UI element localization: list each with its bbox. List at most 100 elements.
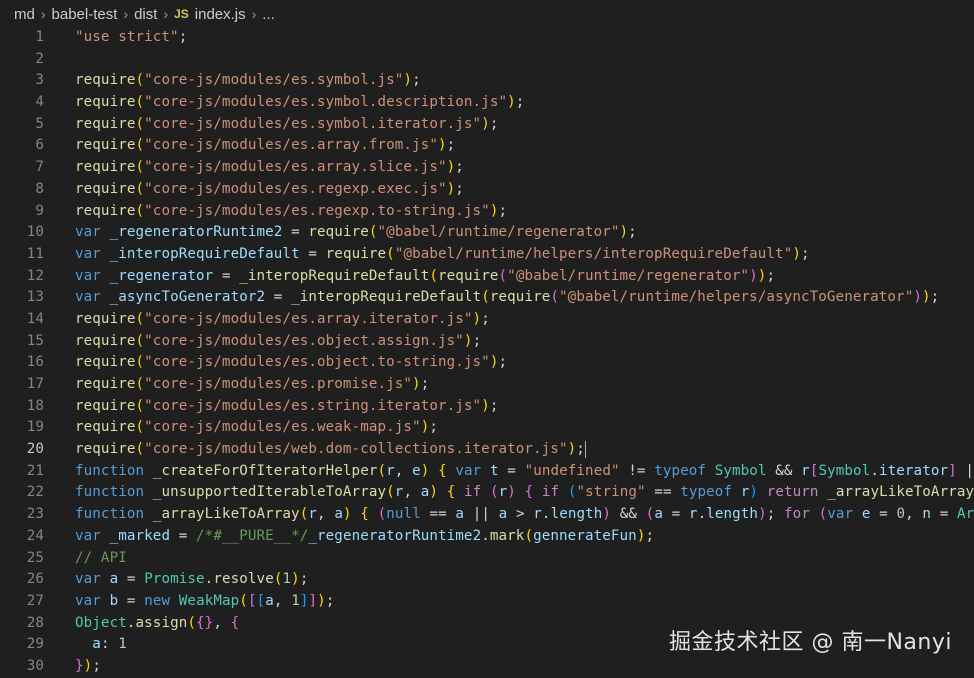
code-token: && — [766, 462, 802, 479]
line-number: 10 — [26, 224, 44, 241]
code-line[interactable]: 21 function _createForOfIteratorHelper(r,… — [0, 461, 974, 483]
chevron-right-icon: › — [40, 6, 46, 22]
code-line[interactable]: 25 // API — [0, 548, 974, 570]
code-token: require — [75, 354, 136, 371]
code-token: require — [308, 224, 369, 241]
code-token: typeof — [680, 484, 733, 501]
code-token: ) — [472, 310, 482, 327]
breadcrumb-item-dist[interactable]: dist — [134, 6, 157, 23]
code-line[interactable]: 3 require("core-js/modules/es.symbol.js")… — [0, 70, 974, 92]
line-number: 13 — [26, 289, 44, 306]
breadcrumb-item-md[interactable]: md — [14, 6, 35, 23]
code-line[interactable]: 17 require("core-js/modules/es.promise.js… — [0, 374, 974, 396]
code-editor[interactable]: 1 "use strict"; 2 3 require("core-js/modules… — [0, 27, 974, 678]
code-token: "core-js/modules/web.dom-collections.ite… — [144, 441, 568, 458]
breadcrumb-item-babel-test[interactable]: babel-test — [52, 6, 118, 23]
code-token: 0 — [896, 506, 906, 523]
code-token: "core-js/modules/es.object.to-string.js" — [144, 354, 490, 371]
code-token: require — [75, 310, 136, 327]
code-token: "@babel/runtime/helpers/interopRequireDe… — [394, 245, 793, 262]
code-token: function — [75, 462, 145, 479]
code-token: require — [75, 180, 136, 197]
code-token: ( — [135, 310, 145, 327]
code-line[interactable]: 30}); — [0, 656, 974, 678]
code-token: ] — [308, 592, 318, 609]
code-token: ( — [567, 484, 577, 501]
code-token: ( — [550, 289, 560, 306]
code-line[interactable]: 6 require("core-js/modules/es.array.from.… — [0, 135, 974, 157]
code-text: require("core-js/modules/es.string.itera… — [75, 396, 499, 418]
code-token: require — [75, 397, 136, 414]
code-token: = — [265, 289, 292, 306]
code-token: var — [75, 267, 101, 284]
code-line[interactable]: 1 "use strict"; — [0, 27, 974, 49]
code-line[interactable]: 10 var _regeneratorRuntime2 = require("@b… — [0, 222, 974, 244]
code-token: ( — [489, 484, 499, 501]
code-token: _regenerator — [109, 267, 214, 284]
code-token: ) — [446, 159, 456, 176]
code-line[interactable]: 5 require("core-js/modules/es.symbol.iter… — [0, 114, 974, 136]
code-line[interactable]: 11 var _interopRequireDefault = require("… — [0, 244, 974, 266]
code-token: "core-js/modules/es.object.assign.js" — [144, 332, 464, 349]
code-token: var — [75, 527, 101, 544]
code-token: = — [662, 506, 689, 523]
code-token: ( — [187, 614, 197, 631]
code-token: ; — [576, 441, 585, 458]
code-token: ) — [749, 267, 758, 284]
code-text: "use strict"; — [75, 27, 187, 49]
code-line[interactable]: 8 require("core-js/modules/es.regexp.exec… — [0, 179, 974, 201]
code-token: "@babel/runtime/helpers/asyncToGenerator… — [559, 289, 914, 306]
code-token: a — [109, 571, 119, 588]
code-line[interactable]: 12 var _regenerator = _interopRequireDefa… — [0, 266, 974, 288]
code-token: , — [905, 506, 923, 523]
code-line[interactable]: 15 require("core-js/modules/es.object.ass… — [0, 331, 974, 353]
code-token: ( — [386, 484, 395, 501]
code-line[interactable]: 7 require("core-js/modules/es.array.slice… — [0, 157, 974, 179]
code-token: require — [438, 267, 499, 284]
code-line[interactable]: 24 var _marked = /*#__PURE__*/_regenerato… — [0, 526, 974, 548]
code-text: Object.assign({}, { — [75, 613, 239, 635]
code-line[interactable]: 2 — [0, 49, 974, 71]
code-line[interactable]: 20 require("core-js/modules/web.dom-colle… — [0, 439, 974, 461]
code-token: require — [75, 94, 136, 111]
code-token: && — [611, 506, 646, 523]
line-number: 21 — [26, 462, 44, 479]
code-line[interactable]: 19 require("core-js/modules/es.weak-map.j… — [0, 417, 974, 439]
code-line[interactable]: 9 require("core-js/modules/es.regexp.to-s… — [0, 201, 974, 223]
code-line[interactable]: 26 var a = Promise.resolve(1); — [0, 569, 974, 591]
code-token: var — [75, 245, 101, 262]
code-line[interactable]: 13 var _asyncToGenerator2 = _interopRequi… — [0, 287, 974, 309]
code-line[interactable]: 4 require("core-js/modules/es.symbol.desc… — [0, 92, 974, 114]
breadcrumb-item-file[interactable]: index.js — [195, 6, 246, 23]
code-token: ( — [135, 180, 145, 197]
chevron-right-icon: › — [123, 6, 129, 22]
code-token: ( — [498, 267, 508, 284]
code-token: ; — [472, 332, 482, 349]
code-line[interactable]: 23 function _arrayLikeToArray(r, a) { (nu… — [0, 504, 974, 526]
code-token: ( — [377, 462, 387, 479]
code-token: r — [386, 462, 395, 479]
code-token: _asyncToGenerator2 — [109, 289, 266, 306]
code-token: null — [386, 506, 421, 523]
code-token: "core-js/modules/es.symbol.iterator.js" — [144, 115, 482, 132]
code-line[interactable]: 18 require("core-js/modules/es.string.ite… — [0, 396, 974, 418]
breadcrumb-more[interactable]: ... — [262, 6, 275, 23]
code-token: Symbol — [714, 462, 767, 479]
code-line[interactable]: 16 require("core-js/modules/es.object.to-… — [0, 352, 974, 374]
code-token: ) — [412, 376, 421, 392]
code-token: ; — [325, 592, 335, 609]
code-token: "core-js/modules/es.string.iterator.js" — [144, 397, 482, 414]
code-line[interactable]: 14 require("core-js/modules/es.array.iter… — [0, 309, 974, 331]
code-token: ( — [368, 224, 378, 241]
code-line[interactable]: 27 var b = new WeakMap([[a, 1]]); — [0, 591, 974, 613]
code-token: ) — [481, 397, 490, 414]
code-token: ( — [135, 72, 145, 89]
code-line[interactable]: 22 function _unsupportedIterableToArray(r… — [0, 482, 974, 504]
